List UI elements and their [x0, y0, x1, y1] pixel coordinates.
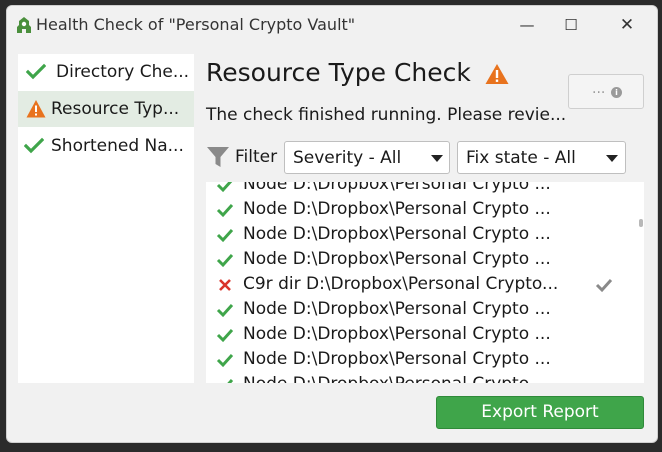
severity-filter-value: Severity - All [293, 148, 402, 168]
window-title: Health Check of "Personal Crypto Vault" [36, 15, 356, 34]
chevron-down-icon [606, 155, 618, 162]
warning-icon [26, 100, 46, 118]
result-text: C9r dir D:\Dropbox\Personal Crypto... [243, 274, 559, 294]
list-item[interactable]: Node D:\Dropbox\Personal Crypto ... [206, 222, 626, 247]
details-button[interactable]: ... i [568, 74, 644, 109]
list-item[interactable]: C9r dir D:\Dropbox\Personal Crypto... [206, 272, 626, 297]
result-text: Node D:\Dropbox\Personal Crypto ... [243, 224, 551, 244]
warning-icon [485, 64, 509, 84]
health-check-window: Health Check of "Personal Crypto Vault" … [6, 5, 658, 443]
check-icon [216, 253, 234, 268]
result-text: Node D:\Dropbox\Personal Crypto ... [243, 199, 551, 219]
page-title: Resource Type Check [206, 58, 471, 87]
result-text: Node D:\Dropbox\Personal Crypto ... [243, 374, 588, 383]
minimize-button[interactable]: — [505, 11, 549, 39]
close-button[interactable]: ✕ [605, 11, 649, 39]
check-icon [24, 137, 44, 154]
chevron-down-icon [431, 155, 443, 162]
sidebar-item-label: Resource Typ... [51, 99, 180, 119]
details-button-label: ... [592, 81, 606, 97]
list-item[interactable]: Node D:\Dropbox\Personal Crypto ... [206, 197, 626, 222]
list-item[interactable]: Node D:\Dropbox\Personal Crypto ... [206, 297, 626, 322]
list-item[interactable]: Node D:\Dropbox\Personal Crypto ... [206, 247, 626, 272]
sidebar-item-directory-check[interactable]: Directory Che... [18, 54, 194, 90]
filter-icon [207, 147, 229, 167]
info-icon: i [611, 87, 622, 98]
list-item[interactable]: Node D:\Dropbox\Personal Crypto ... [206, 372, 626, 383]
list-item[interactable]: Node D:\Dropbox\Personal Crypto ... [206, 322, 626, 347]
check-icon [216, 303, 234, 318]
result-text: Node D:\Dropbox\Personal Crypto ... [243, 182, 551, 194]
check-icon [216, 228, 234, 243]
check-list-sidebar: Directory Che... Resource Typ... Shorten… [18, 54, 194, 383]
severity-filter-select[interactable]: Severity - All [284, 141, 450, 174]
check-description: The check finished running. Please revie… [206, 105, 567, 125]
check-icon [227, 378, 234, 383]
sidebar-item-label: Directory Che... [56, 62, 190, 82]
export-report-button[interactable]: Export Report [436, 396, 644, 429]
result-text: Node D:\Dropbox\Personal Crypto ... [243, 249, 551, 269]
fix-state-filter-select[interactable]: Fix state - All [457, 141, 626, 174]
result-text: Node D:\Dropbox\Personal Crypto ... [243, 349, 551, 369]
sidebar-item-shortened-names-check[interactable]: Shortened Na... [18, 128, 194, 164]
fixable-check-icon[interactable] [595, 276, 613, 294]
list-item[interactable]: Node D:\Dropbox\Personal Crypto ... [206, 182, 626, 197]
scrollbar-thumb[interactable] [639, 219, 643, 227]
app-logo-icon [17, 17, 31, 33]
error-x-icon [219, 279, 231, 291]
list-item[interactable]: Node D:\Dropbox\Personal Crypto ... [206, 347, 626, 372]
fix-state-filter-value: Fix state - All [466, 148, 576, 168]
title-bar[interactable]: Health Check of "Personal Crypto Vault" … [7, 6, 657, 44]
check-icon [26, 63, 46, 80]
check-icon [216, 203, 234, 218]
results-list[interactable]: Node D:\Dropbox\Personal Crypto ... Node… [206, 182, 644, 383]
result-text: Node D:\Dropbox\Personal Crypto ... [243, 299, 551, 319]
check-icon [216, 353, 234, 368]
sidebar-item-resource-type-check[interactable]: Resource Typ... [18, 91, 194, 127]
sidebar-item-label: Shortened Na... [51, 136, 184, 156]
check-icon [216, 182, 233, 193]
maximize-button[interactable]: ☐ [549, 11, 593, 39]
filter-label: Filter [235, 147, 278, 167]
result-text: Node D:\Dropbox\Personal Crypto ... [243, 324, 551, 344]
check-icon [216, 328, 234, 343]
